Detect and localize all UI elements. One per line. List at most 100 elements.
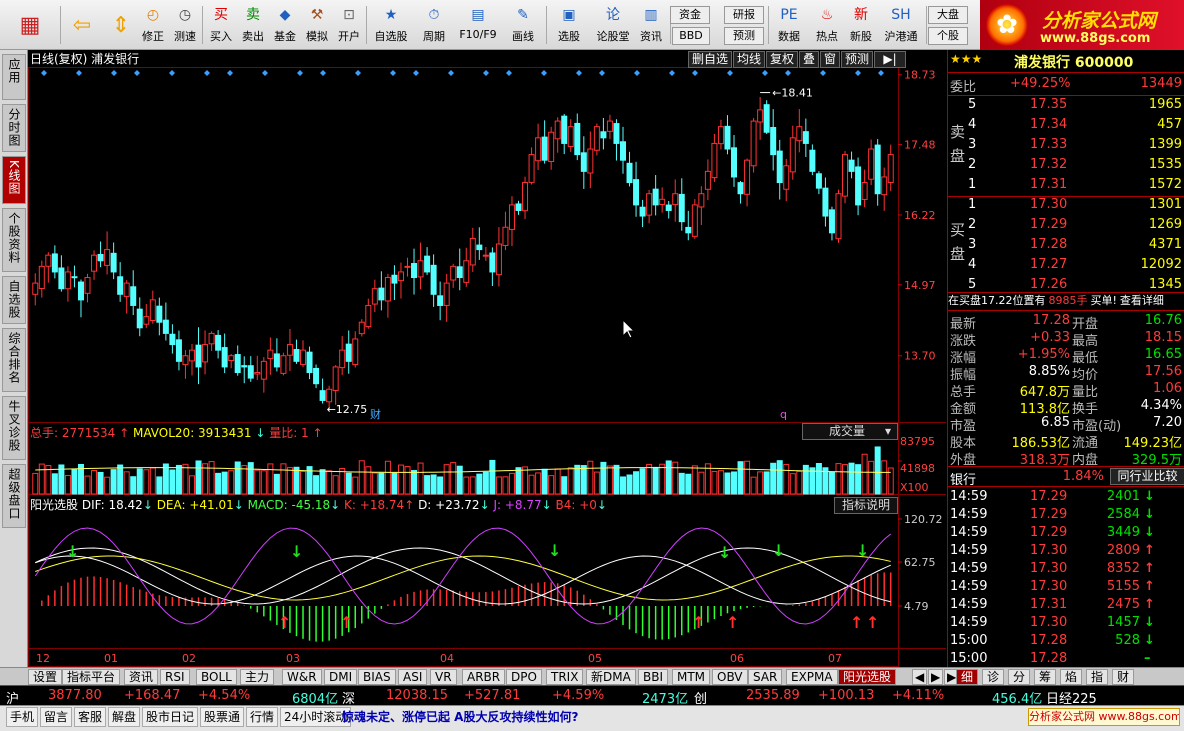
status-button[interactable]: 股票通: [200, 707, 245, 727]
indicator-tab[interactable]: 资讯: [124, 669, 159, 685]
quote-view-tab[interactable]: 指: [1086, 669, 1109, 685]
toolbar-button-buy[interactable]: 买买入: [206, 2, 236, 48]
toolbar-button-forum[interactable]: 论论股堂: [594, 2, 632, 48]
toolbar-button-f10[interactable]: ▤ F10/F9: [456, 2, 500, 48]
toolbar-button-star-folder[interactable]: ★ 自选股: [370, 2, 412, 48]
toolbar-button-app-logo[interactable]: ▦: [10, 2, 50, 48]
new-stock-icon: 新: [854, 7, 868, 23]
scroll-right-icon[interactable]: ▶: [928, 669, 944, 685]
arrow-up-icon: ↑: [1144, 561, 1155, 576]
volume-bar: [724, 472, 731, 495]
toolbar-button-select-stock[interactable]: ▣ 选股: [550, 2, 588, 48]
toolbar-button-up-down-arrows[interactable]: ⇕: [104, 2, 136, 48]
indicator-tab[interactable]: OBV: [712, 669, 748, 685]
toolbar-button-pencil[interactable]: ✎ 画线: [504, 2, 542, 48]
chart-toolbar-button[interactable]: ▶|: [874, 51, 906, 68]
candle: [234, 345, 241, 376]
indicator-tab[interactable]: 阳光选股: [838, 669, 897, 685]
status-button[interactable]: 手机: [6, 707, 39, 727]
side-tab[interactable]: 超级盘口: [2, 464, 26, 528]
quote-view-tab[interactable]: 焰: [1060, 669, 1083, 685]
status-button[interactable]: 股市日记: [142, 707, 199, 727]
indicator-tab[interactable]: W&R: [282, 669, 322, 685]
indicator-tab[interactable]: 新DMA: [586, 669, 636, 685]
status-button[interactable]: 行情: [246, 707, 279, 727]
indicator-tab[interactable]: TRIX: [546, 669, 584, 685]
indicator-tab[interactable]: VR: [430, 669, 457, 685]
toolbar-button-sell[interactable]: 卖卖出: [238, 2, 268, 48]
toolbar-button-lock[interactable]: ⊡ 开户: [334, 2, 364, 48]
indicator-tab[interactable]: BOLL: [196, 669, 237, 685]
indicator-tab[interactable]: SAR: [748, 669, 783, 685]
toolbar-button-back-arrow[interactable]: ⇦: [62, 2, 102, 48]
status-button[interactable]: 客服: [74, 707, 107, 727]
indicator-help-button[interactable]: 指标说明: [834, 497, 898, 514]
status-button[interactable]: 留言: [40, 707, 73, 727]
quote-view-tab[interactable]: 筹: [1034, 669, 1057, 685]
indicator-tab[interactable]: RSI: [160, 669, 190, 685]
indicator-tab[interactable]: BBI: [638, 669, 669, 685]
scroll-news-button[interactable]: 24小时滚动: [280, 707, 352, 727]
chart-toolbar-button[interactable]: 删自选: [688, 51, 732, 68]
indicator-tab[interactable]: 指标平台: [62, 669, 121, 685]
signal-diamond-icon: [541, 70, 547, 76]
side-tab[interactable]: 牛叉诊股: [2, 396, 26, 460]
toolbar-button-label: 论股堂: [596, 30, 630, 43]
toolbar-small-button[interactable]: 研报: [724, 6, 764, 24]
indicator-tab[interactable]: DPO: [506, 669, 542, 685]
toolbar-small-button[interactable]: 大盘: [928, 6, 968, 24]
bid-volume: 1301: [1148, 197, 1182, 212]
side-tab[interactable]: 应用: [2, 54, 26, 100]
side-tab[interactable]: K线图: [2, 156, 26, 204]
indicator-tab[interactable]: BIAS: [358, 669, 396, 685]
toolbar-small-button[interactable]: 个股: [928, 27, 968, 45]
toolbar-button-new-stock[interactable]: 新新股: [846, 2, 876, 48]
chart-toolbar-button[interactable]: 预测: [841, 51, 873, 68]
indicator-tab[interactable]: DMI: [324, 669, 358, 685]
indicator-tab[interactable]: ARBR: [462, 669, 506, 685]
peer-compare-button[interactable]: 同行业比较: [1110, 468, 1184, 485]
toolbar-button-hot[interactable]: ♨ 热点: [810, 2, 844, 48]
news-ticker[interactable]: 惊魂未定、涨停已起 A股大反攻持续性如何?: [342, 708, 578, 725]
toolbar-button-news[interactable]: ▥ 资讯: [636, 2, 666, 48]
toolbar-button-fund[interactable]: ◆ 基金: [270, 2, 300, 48]
chart-toolbar-button[interactable]: 均线: [733, 51, 765, 68]
indicator-tab[interactable]: ASI: [398, 669, 428, 685]
chart-toolbar-button[interactable]: 复权: [766, 51, 798, 68]
chart-toolbar-button[interactable]: 叠: [799, 51, 819, 68]
toolbar-button-clock[interactable]: ◷ 测速: [170, 2, 200, 48]
toolbar-button-period[interactable]: ⏱ 周期: [416, 2, 452, 48]
indicator-tab[interactable]: 主力: [240, 669, 275, 685]
toolbar-button-hammer[interactable]: ⚒ 模拟: [302, 2, 332, 48]
toolbar-small-button[interactable]: 预测: [724, 27, 764, 45]
chart-toolbar-button[interactable]: 窗: [820, 51, 840, 68]
toolbar-button-shhk[interactable]: SH 沪港通: [880, 2, 922, 48]
kline-chart-svg[interactable]: 18.73 17.48 16.22 14.97 13.70 ←18.41 ←12.75 财 q 8…: [28, 50, 946, 667]
quote-view-tab[interactable]: 细: [956, 669, 979, 685]
toolbar-small-button[interactable]: BBD: [672, 27, 710, 45]
side-tab[interactable]: 分时图: [2, 104, 26, 152]
side-tab[interactable]: 个股资料: [2, 208, 26, 272]
indicator-d: D: +23.72: [418, 498, 480, 512]
ask-price: 17.31: [1030, 177, 1068, 192]
buy-arrow-icon: ↑: [692, 613, 705, 632]
indicator-tab[interactable]: EXPMA: [786, 669, 838, 685]
order-notice[interactable]: 在买盘17.22位置有 8985手 买单! 查看详细: [948, 293, 1184, 310]
status-button[interactable]: 解盘: [108, 707, 141, 727]
quote-view-tab[interactable]: 财: [1112, 669, 1135, 685]
toolbar-button-fix[interactable]: ◴ 修正: [138, 2, 168, 48]
candle: [51, 245, 58, 279]
side-tab[interactable]: 自选股: [2, 276, 26, 324]
toolbar-small-button[interactable]: 资金: [670, 6, 710, 24]
indicator-tab[interactable]: MTM: [672, 669, 711, 685]
indicator-tab[interactable]: 设置: [28, 669, 63, 685]
index-sz-chg: +527.81: [464, 688, 521, 703]
side-tab[interactable]: 综合排名: [2, 328, 26, 392]
quote-view-tab[interactable]: 诊: [982, 669, 1005, 685]
scroll-left-icon[interactable]: ◀: [912, 669, 928, 685]
quote-view-tab[interactable]: 分: [1008, 669, 1031, 685]
notice-detail-link[interactable]: 查看详细: [1120, 294, 1164, 307]
volume-dropdown[interactable]: 成交量 ▾: [802, 423, 898, 440]
volume-bar: [300, 470, 307, 495]
toolbar-button-pe[interactable]: PE 数据: [772, 2, 806, 48]
